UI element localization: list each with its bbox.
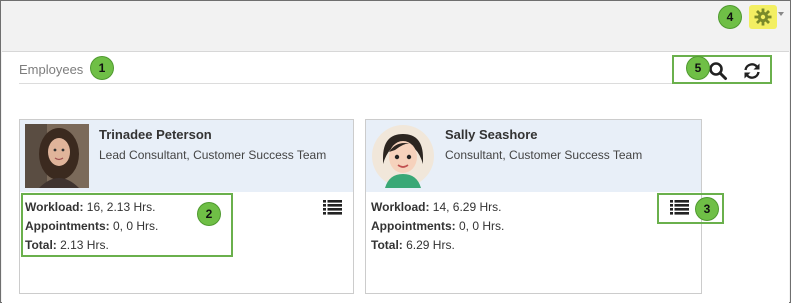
appointments-label: Appointments: — [371, 219, 456, 233]
panel-divider — [19, 83, 772, 84]
workload-row: Workload: 14, 6.29 Hrs. — [371, 198, 504, 217]
employee-name[interactable]: Trinadee Peterson — [99, 127, 212, 142]
callout-badge-4: 4 — [719, 6, 741, 28]
employees-panel: Employees 1 5 Trinadee Peterson Lead Con… — [2, 51, 789, 303]
workload-label: Workload: — [371, 200, 430, 214]
search-button[interactable] — [708, 61, 728, 81]
total-value: 6.29 Hrs. — [402, 238, 455, 252]
avatar — [25, 124, 89, 188]
employee-name[interactable]: Sally Seashore — [445, 127, 538, 142]
avatar — [371, 124, 435, 188]
employee-stats: Workload: 14, 6.29 Hrs. Appointments: 0,… — [371, 198, 504, 255]
callout-badge-2: 2 — [198, 203, 220, 225]
employee-card[interactable]: Sally Seashore Consultant, Customer Succ… — [365, 119, 702, 294]
refresh-button[interactable] — [742, 61, 762, 81]
total-row: Total: 6.29 Hrs. — [371, 236, 504, 255]
employee-card-header: Sally Seashore Consultant, Customer Succ… — [366, 120, 701, 192]
gear-icon — [754, 8, 772, 26]
stats-highlight — [21, 193, 233, 257]
employee-role: Lead Consultant, Customer Success Team — [99, 148, 327, 162]
callout-badge-5: 5 — [687, 57, 709, 79]
settings-caret-icon[interactable] — [778, 12, 784, 16]
refresh-icon — [744, 63, 760, 79]
callout-badge-1: 1 — [91, 57, 113, 79]
search-icon — [709, 62, 727, 80]
panel-title: Employees — [19, 62, 84, 77]
list-icon[interactable] — [323, 200, 342, 215]
settings-button[interactable] — [749, 5, 777, 29]
callout-badge-3: 3 — [696, 198, 718, 220]
top-bar: 4 — [1, 1, 790, 47]
appointments-value: 0, 0 Hrs. — [455, 219, 505, 233]
employee-role: Consultant, Customer Success Team — [445, 148, 643, 162]
workload-value: 14, 6.29 Hrs. — [429, 200, 502, 214]
appointments-row: Appointments: 0, 0 Hrs. — [371, 217, 504, 236]
app-frame: 4 Employees 1 5 Trinadee Peterson Lead C… — [0, 0, 791, 303]
total-label: Total: — [371, 238, 403, 252]
employee-card-header: Trinadee Peterson Lead Consultant, Custo… — [20, 120, 353, 192]
